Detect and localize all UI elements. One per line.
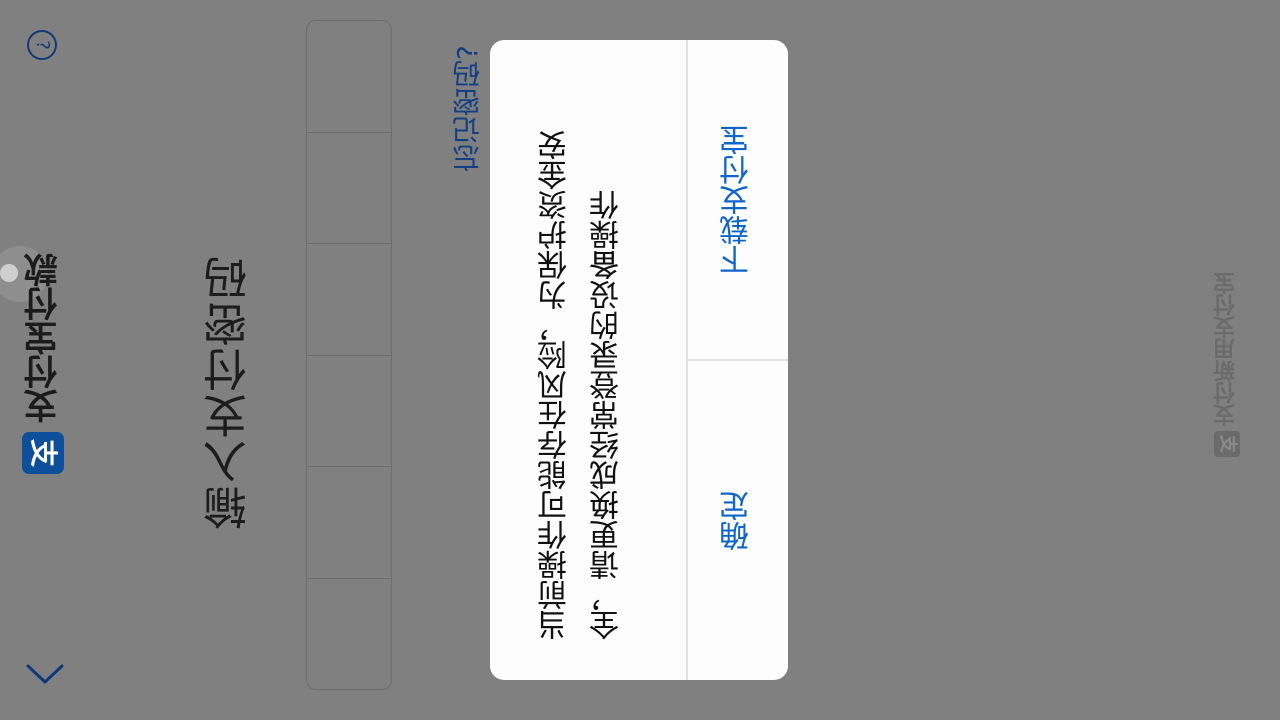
pin-cell [307,467,391,579]
pin-cell [307,579,391,690]
pin-cell [307,133,391,244]
chevron-down-icon[interactable] [26,662,64,686]
brand-title: 支付宝付款 [24,253,64,423]
watermark-text: 支付新用支付宝 [1214,272,1239,426]
forgot-password-link[interactable]: 忘记密码? [446,22,490,172]
confirm-label: 确定 [720,490,755,551]
brand-header: 支付宝付款 支 [20,243,68,483]
watermark-logo-icon: 支 [1214,431,1240,457]
pin-cell [307,356,391,467]
payment-screen: ? 支付宝付款 支 输入支付密码 忘记密码? 支付新用支付宝 支 当前操作可能存… [0,0,1280,720]
pin-cell [307,21,391,133]
risk-alert-dialog: 当前操作可能存在风险，为保护资金安全，请更换成经常登录的设备操作 下载支付宝 确… [490,40,788,680]
watermark: 支付新用支付宝 支 [1210,258,1244,463]
alipay-logo-icon: 支 [22,432,64,474]
pin-cell [307,244,391,356]
download-alipay-button[interactable]: 下载支付宝 [688,40,788,359]
pin-input[interactable] [306,20,392,690]
help-icon[interactable]: ? [27,30,57,60]
dialog-message: 当前操作可能存在风险，为保护资金安全，请更换成经常登录的设备操作 [538,130,625,640]
confirm-button[interactable]: 确定 [688,361,788,680]
download-alipay-label: 下载支付宝 [720,124,755,275]
page-title: 输入支付密码 [204,254,255,530]
